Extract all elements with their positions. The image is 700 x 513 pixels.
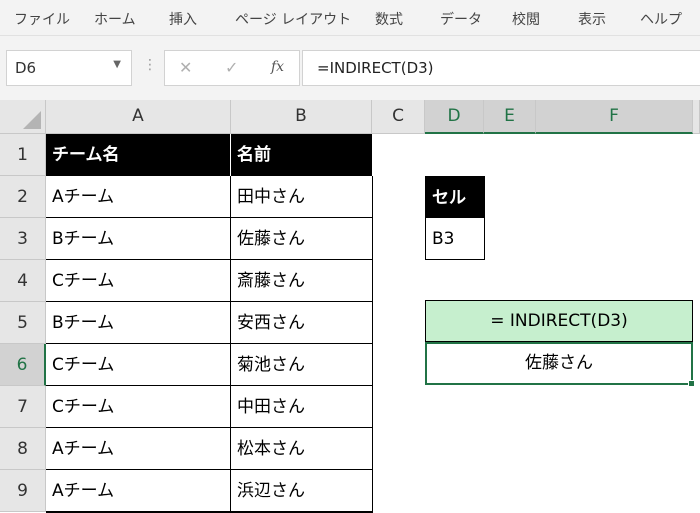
menu-help[interactable]: ヘルプ	[640, 9, 682, 29]
cell-a9[interactable]: Aチーム	[46, 470, 231, 512]
row-header-1[interactable]: 1	[0, 134, 46, 176]
column-header-f[interactable]: F	[536, 100, 693, 134]
column-header-a[interactable]: A	[46, 100, 231, 134]
row-header-9[interactable]: 9	[0, 470, 46, 512]
name-box-value: D6	[15, 59, 37, 77]
row-header-6[interactable]: 6	[0, 344, 46, 386]
cell-b6[interactable]: 菊池さん	[231, 344, 373, 386]
formula-text: =INDIRECT(D3)	[317, 59, 434, 77]
menu-insert[interactable]: 挿入	[169, 9, 197, 29]
row-header-8[interactable]: 8	[0, 428, 46, 470]
row-header-3[interactable]: 3	[0, 218, 46, 260]
cell-b7[interactable]: 中田さん	[231, 386, 373, 428]
cell-a3[interactable]: Bチーム	[46, 218, 231, 260]
cell-b9[interactable]: 浜辺さん	[231, 470, 373, 512]
ribbon-menu: ファイル ホーム 挿入 ページ レイアウト 数式 データ 校閲 表示 ヘルプ	[0, 0, 700, 36]
chevron-down-icon[interactable]: ▼	[113, 59, 121, 70]
cell-b2[interactable]: 田中さん	[231, 176, 373, 218]
select-all-icon	[23, 111, 41, 129]
cell-b1[interactable]: 名前	[231, 134, 372, 176]
cancel-icon[interactable]: ✕	[179, 58, 192, 77]
column-header-c[interactable]: C	[372, 100, 425, 134]
cell-b5[interactable]: 安西さん	[231, 302, 373, 344]
cell-d3[interactable]: B3	[425, 218, 485, 260]
column-header-g[interactable]	[693, 100, 700, 134]
menu-data[interactable]: データ	[440, 9, 482, 29]
menu-formulas[interactable]: 数式	[375, 9, 403, 29]
menu-review[interactable]: 校閲	[512, 9, 540, 29]
column-header-e[interactable]: E	[484, 100, 536, 134]
cell-a1[interactable]: チーム名	[46, 134, 231, 176]
cell-b8[interactable]: 松本さん	[231, 428, 373, 470]
cell-a5[interactable]: Bチーム	[46, 302, 231, 344]
select-all-corner[interactable]	[0, 100, 46, 134]
cell-a4[interactable]: Cチーム	[46, 260, 231, 302]
formula-input[interactable]: =INDIRECT(D3)	[302, 50, 700, 86]
fill-handle[interactable]	[688, 380, 695, 387]
row-header-2[interactable]: 2	[0, 176, 46, 218]
row-header-4[interactable]: 4	[0, 260, 46, 302]
cell-b3[interactable]: 佐藤さん	[231, 218, 373, 260]
menu-view[interactable]: 表示	[578, 9, 606, 29]
formula-label-cell[interactable]: = INDIRECT(D3)	[425, 300, 693, 342]
menu-home[interactable]: ホーム	[94, 9, 136, 29]
drag-handle-icon[interactable]: ⋮	[143, 57, 157, 73]
cell-a6[interactable]: Cチーム	[46, 344, 231, 386]
column-header-b[interactable]: B	[231, 100, 372, 134]
row-header-5[interactable]: 5	[0, 302, 46, 344]
result-cell-d6[interactable]: 佐藤さん	[425, 342, 693, 385]
formula-buttons: ✕ ✓ fx	[164, 50, 300, 86]
insert-function-icon[interactable]: fx	[271, 59, 284, 75]
cell-d2[interactable]: セル	[425, 176, 485, 218]
check-icon[interactable]: ✓	[225, 58, 238, 77]
cell-a2[interactable]: Aチーム	[46, 176, 231, 218]
column-header-d[interactable]: D	[425, 100, 484, 134]
menu-page-layout[interactable]: ページ レイアウト	[235, 9, 351, 29]
cell-a7[interactable]: Cチーム	[46, 386, 231, 428]
cell-a8[interactable]: Aチーム	[46, 428, 231, 470]
row-header-7[interactable]: 7	[0, 386, 46, 428]
menu-file[interactable]: ファイル	[14, 9, 70, 29]
name-box[interactable]: D6 ▼	[6, 50, 132, 86]
cell-b4[interactable]: 斎藤さん	[231, 260, 373, 302]
